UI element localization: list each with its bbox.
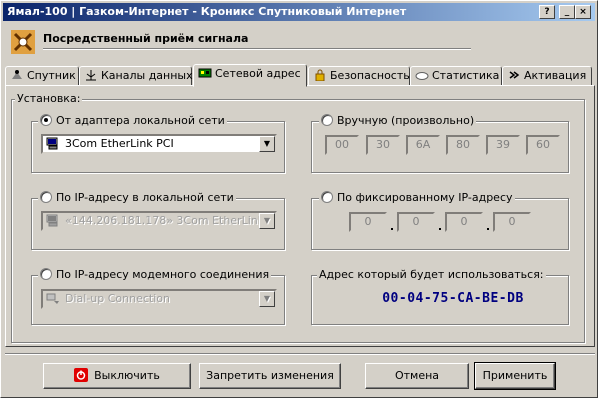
fixed-ip-radio-dot[interactable] bbox=[321, 191, 333, 203]
ip-octet-1[interactable]: 0 bbox=[349, 212, 387, 232]
mac-octet-3[interactable]: 6A bbox=[406, 135, 440, 155]
tab-strip: Спутник Каналы данных Сетевой адрес Безо… bbox=[5, 64, 595, 87]
minimize-button[interactable]: _ bbox=[559, 5, 575, 19]
tab-statistics-label: Статистика bbox=[432, 69, 500, 82]
cancel-button[interactable]: Отмена bbox=[365, 363, 469, 389]
adapter-radio-label: От адаптера локальной сети bbox=[56, 114, 225, 127]
ip-octet-3[interactable]: 0 bbox=[445, 212, 483, 232]
lock-changes-button[interactable]: Запретить изменения bbox=[199, 363, 341, 389]
tab-activation[interactable]: Активация bbox=[502, 66, 592, 86]
antenna-icon bbox=[86, 70, 96, 81]
chevron-down-icon[interactable]: ▼ bbox=[259, 213, 275, 229]
manual-radio-dot[interactable] bbox=[321, 114, 333, 126]
chevrons-icon bbox=[509, 71, 520, 79]
close-button[interactable]: × bbox=[575, 5, 591, 19]
ip-local-radio[interactable]: По IP-адресу в локальной сети bbox=[38, 191, 236, 204]
ip-dot bbox=[391, 228, 393, 230]
tab-satellite[interactable]: Спутник bbox=[5, 66, 79, 86]
manual-radio-label: Вручную (произвольно) bbox=[337, 114, 475, 127]
tab-statistics[interactable]: Статистика bbox=[410, 66, 502, 86]
cloud-icon bbox=[415, 72, 429, 80]
signal-status-title: Посредственный приём сигнала bbox=[43, 32, 249, 45]
chevron-down-icon[interactable]: ▼ bbox=[259, 136, 275, 152]
setup-group-label: Установка: bbox=[15, 92, 83, 105]
main-window: Ямал-100 | Газком-Интернет - Кроникс Спу… bbox=[0, 0, 598, 398]
adapter-select[interactable]: 3Com EtherLink PCI ▼ bbox=[41, 134, 277, 154]
power-icon bbox=[74, 368, 89, 382]
footer-divider bbox=[5, 353, 595, 355]
apply-button[interactable]: Применить bbox=[474, 362, 556, 390]
computer-icon bbox=[46, 137, 58, 150]
tab-data-channels[interactable]: Каналы данных bbox=[79, 66, 193, 86]
power-off-label: Выключить bbox=[94, 369, 160, 382]
fixed-ip-radio-label: По фиксированному IP-адресу bbox=[337, 191, 513, 204]
mac-octet-5[interactable]: 39 bbox=[486, 135, 520, 155]
ip-local-select[interactable]: «144.206.181.178» 3Com EtherLink PCI ▼ bbox=[41, 211, 277, 231]
ip-dot bbox=[439, 228, 441, 230]
title-bar[interactable]: Ямал-100 | Газком-Интернет - Кроникс Спу… bbox=[3, 3, 595, 21]
tab-security[interactable]: Безопасность bbox=[308, 66, 410, 86]
adapter-select-value: 3Com EtherLink PCI bbox=[65, 137, 174, 150]
adapter-radio[interactable]: От адаптера локальной сети bbox=[38, 114, 227, 127]
header-divider bbox=[43, 48, 471, 50]
mac-octet-4[interactable]: 80 bbox=[446, 135, 480, 155]
help-button[interactable]: ? bbox=[539, 5, 555, 19]
ip-local-select-value: «144.206.181.178» 3Com EtherLink PCI bbox=[65, 214, 277, 227]
satellite-signal-icon bbox=[11, 30, 35, 54]
fixed-ip-radio[interactable]: По фиксированному IP-адресу bbox=[319, 191, 515, 204]
mac-octet-2[interactable]: 30 bbox=[366, 135, 400, 155]
address-used-label: Адрес который будет использоваться: bbox=[317, 268, 546, 281]
tab-network-address[interactable]: Сетевой адрес bbox=[193, 64, 307, 87]
power-off-button[interactable]: Выключить bbox=[43, 363, 191, 389]
network-card-icon bbox=[198, 68, 212, 78]
window-title: Ямал-100 | Газком-Интернет - Кроникс Спу… bbox=[7, 5, 407, 18]
manual-radio[interactable]: Вручную (произвольно) bbox=[319, 114, 477, 127]
tab-network-address-label: Сетевой адрес bbox=[215, 67, 301, 80]
tab-activation-label: Активация bbox=[524, 69, 587, 82]
computer-icon bbox=[46, 214, 58, 227]
chevron-down-icon[interactable]: ▼ bbox=[259, 291, 275, 307]
dialup-icon bbox=[46, 293, 59, 304]
mac-octet-1[interactable]: 00 bbox=[325, 135, 359, 155]
ip-octet-2[interactable]: 0 bbox=[397, 212, 435, 232]
mac-octet-6[interactable]: 60 bbox=[526, 135, 560, 155]
tab-security-label: Безопасность bbox=[330, 69, 410, 82]
ip-modem-radio-dot[interactable] bbox=[40, 268, 52, 280]
ip-modem-select-value: Dial-up Connection bbox=[65, 292, 170, 305]
ip-modem-radio[interactable]: По IP-адресу модемного соединения bbox=[38, 268, 272, 281]
lock-icon bbox=[315, 69, 325, 81]
adapter-radio-dot[interactable] bbox=[40, 114, 52, 126]
satellite-dish-icon bbox=[12, 70, 22, 79]
ip-local-radio-dot[interactable] bbox=[40, 191, 52, 203]
status-header: Посредственный приём сигнала bbox=[3, 22, 595, 60]
tab-satellite-label: Спутник bbox=[27, 69, 76, 82]
tab-data-channels-label: Каналы данных bbox=[101, 69, 193, 82]
ip-modem-select[interactable]: Dial-up Connection ▼ bbox=[41, 289, 277, 309]
ip-local-radio-label: По IP-адресу в локальной сети bbox=[56, 191, 234, 204]
ip-octet-4[interactable]: 0 bbox=[493, 212, 531, 232]
mac-address-value: 00-04-75-CA-BE-DB bbox=[382, 291, 524, 306]
ip-dot bbox=[487, 228, 489, 230]
ip-modem-radio-label: По IP-адресу модемного соединения bbox=[56, 268, 270, 281]
